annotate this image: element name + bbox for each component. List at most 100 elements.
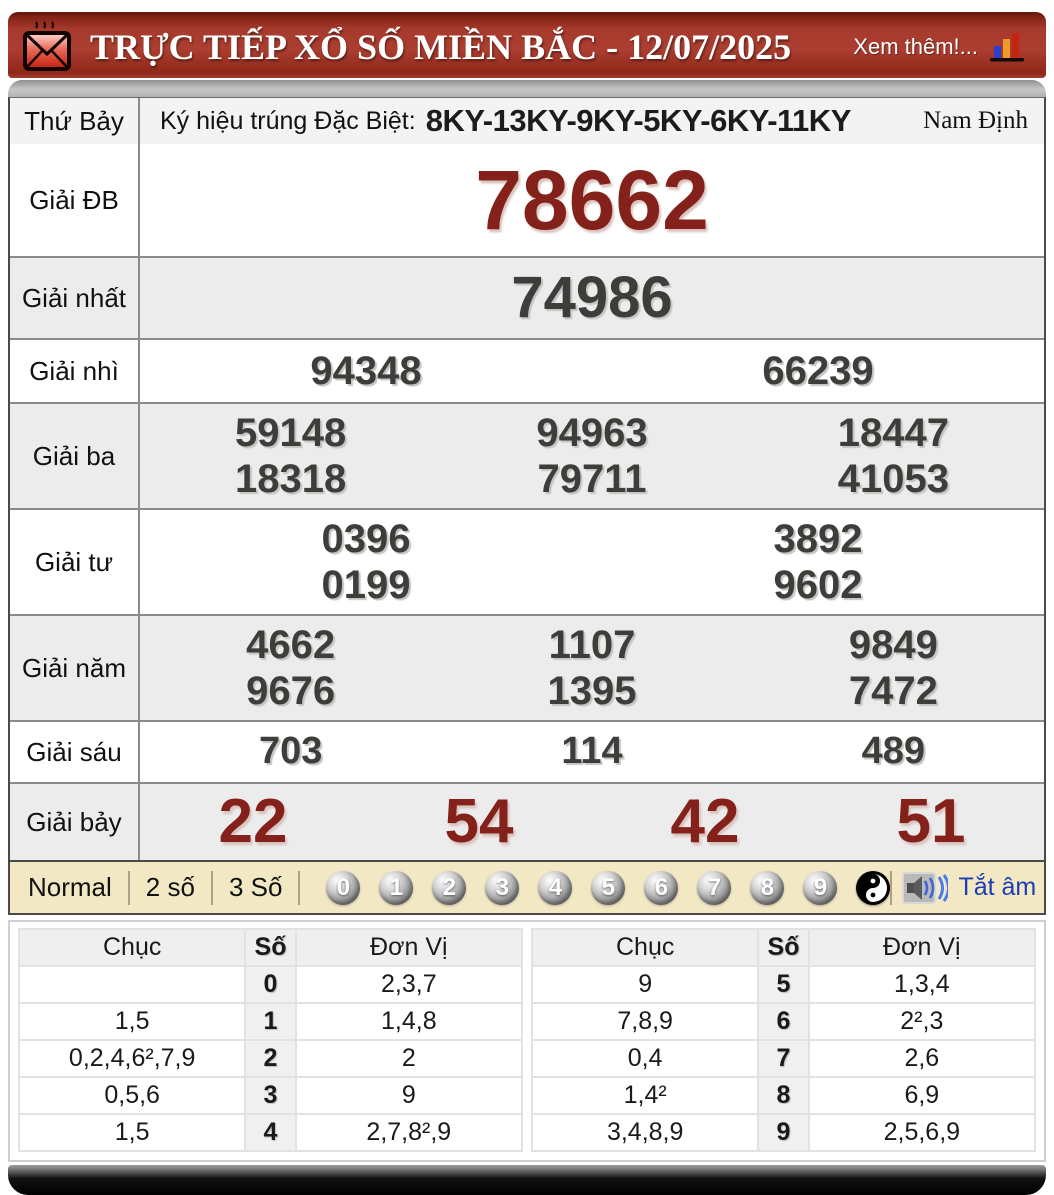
prize-number: 9602 [592,562,1044,608]
stats-row: 0,5,639 [19,1077,522,1114]
stats-row: 1,4²86,9 [532,1077,1035,1114]
stats-cell-donvi: 2,3,7 [296,966,522,1003]
prize-row: Giải năm466211079849 967613957472 [10,614,1044,720]
prize-row: Giải sáu703114489 [10,720,1044,782]
stats-cell-chuc: 0,4 [532,1040,758,1077]
stats-row: 1,511,4,8 [19,1003,522,1040]
stats-cell-donvi: 2,7,8²,9 [296,1114,522,1151]
prize-label: Giải năm [10,616,140,720]
mode-button-3so[interactable]: 3 Số [213,872,299,903]
stats-header-so: Số [245,929,295,966]
prize-number: 7472 [743,668,1044,714]
prize-label: Giải nhì [10,340,140,402]
prize-number: 3892 [592,516,1044,562]
prize-number: 74986 [140,265,1044,332]
prize-number: 4662 [140,622,441,668]
signature-row: Thứ Bảy Ký hiệu trúng Đặc Biệt: 8KY-13KY… [10,98,1044,144]
table-top-bevel [8,80,1046,97]
stats-cell-so: 2 [245,1040,295,1077]
prize-row: Giải bảy22544251 [10,782,1044,860]
prize-number: 42 [592,786,818,857]
head-tail-statistics: ChụcSốĐơn Vị02,3,71,511,4,80,2,4,6²,7,92… [8,920,1046,1162]
stats-row: 0,2,4,6²,7,922 [19,1040,522,1077]
digit-ball-3[interactable]: 3 [485,871,519,905]
stats-cell-donvi: 2 [296,1040,522,1077]
prize-number: 114 [441,730,742,774]
stats-cell-so: 4 [245,1114,295,1151]
prize-label: Giải bảy [10,784,140,860]
stats-cell-so: 1 [245,1003,295,1040]
prize-row: Giải ba591489496318447183187971141053 [10,402,1044,508]
prize-number: 9849 [743,622,1044,668]
prize-number: 22 [140,786,366,857]
stats-row: 7,8,962²,3 [532,1003,1035,1040]
toolbar-separator [890,871,892,905]
prize-label: Giải tư [10,510,140,614]
digit-ball-1[interactable]: 1 [379,871,413,905]
digit-ball-5[interactable]: 5 [591,871,625,905]
stats-cell-chuc: 3,4,8,9 [532,1114,758,1151]
prize-number: 9676 [140,668,441,714]
digit-ball-2[interactable]: 2 [432,871,466,905]
prize-number: 78662 [140,152,1044,249]
prize-row: Giải nhất74986 [10,256,1044,338]
weekday-label: Thứ Bảy [10,98,140,144]
stats-cell-donvi: 6,9 [809,1077,1035,1114]
bar-chart-icon[interactable] [988,30,1028,64]
stats-table-right: ChụcSốĐơn Vị951,3,47,8,962²,30,472,61,4²… [531,928,1036,1152]
digit-balls: 0123456789 [326,871,837,905]
stats-cell-chuc: 0,2,4,6²,7,9 [19,1040,245,1077]
digit-ball-7[interactable]: 7 [697,871,731,905]
stats-cell-chuc: 0,5,6 [19,1077,245,1114]
prize-label: Giải nhất [10,258,140,338]
stats-header-chuc: Chục [19,929,245,966]
digit-ball-4[interactable]: 4 [538,871,572,905]
stats-row: 951,3,4 [532,966,1035,1003]
prize-number: 59148 [140,410,441,456]
see-more-link[interactable]: Xem thêm!... [853,34,978,60]
stats-cell-chuc: 1,5 [19,1114,245,1151]
stats-header-donvi: Đơn Vị [296,929,522,966]
stats-header-donvi: Đơn Vị [809,929,1035,966]
header-banner: TRỰC TIẾP XỔ SỐ MIỀN BẮC - 12/07/2025 Xe… [8,12,1046,78]
prize-number: 66239 [592,348,1044,394]
prize-number: 1395 [441,668,742,714]
prize-number: 94348 [140,348,592,394]
special-sign-codes: 8KY-13KY-9KY-5KY-6KY-11KY [426,103,851,139]
sound-number-toolbar: Normal 2 số 3 Số 0123456789 [8,862,1046,915]
stats-cell-so: 9 [758,1114,808,1151]
toolbar-separator [298,871,300,905]
stats-row: 02,3,7 [19,966,522,1003]
stats-table-left: ChụcSốĐơn Vị02,3,71,511,4,80,2,4,6²,7,92… [18,928,523,1152]
prize-number: 54 [366,786,592,857]
prize-number: 18318 [140,456,441,502]
stats-cell-chuc: 9 [532,966,758,1003]
stats-row: 0,472,6 [532,1040,1035,1077]
stats-cell-donvi: 1,3,4 [809,966,1035,1003]
prize-number: 489 [743,730,1044,774]
stats-header-so: Số [758,929,808,966]
digit-ball-8[interactable]: 8 [750,871,784,905]
digit-ball-6[interactable]: 6 [644,871,678,905]
digit-ball-0[interactable]: 0 [326,871,360,905]
stats-cell-donvi: 2²,3 [809,1003,1035,1040]
stats-cell-chuc: 1,5 [19,1003,245,1040]
prize-number: 94963 [441,410,742,456]
stats-cell-chuc: 1,4² [532,1077,758,1114]
stats-cell-so: 7 [758,1040,808,1077]
mode-button-2so[interactable]: 2 số [130,872,211,903]
prize-number: 79711 [441,456,742,502]
digit-ball-9[interactable]: 9 [803,871,837,905]
mode-button-normal[interactable]: Normal [24,872,128,903]
stats-cell-chuc [19,966,245,1003]
prize-number: 1107 [441,622,742,668]
stats-cell-so: 6 [758,1003,808,1040]
stats-cell-donvi: 2,6 [809,1040,1035,1077]
mute-button[interactable]: Tắt âm [958,873,1036,902]
stats-header-chuc: Chục [532,929,758,966]
prize-number: 41053 [743,456,1044,502]
prize-number: 0396 [140,516,592,562]
stats-row: 3,4,8,992,5,6,9 [532,1114,1035,1151]
speaker-icon[interactable] [902,872,948,904]
yin-yang-ball-icon[interactable] [856,871,890,905]
